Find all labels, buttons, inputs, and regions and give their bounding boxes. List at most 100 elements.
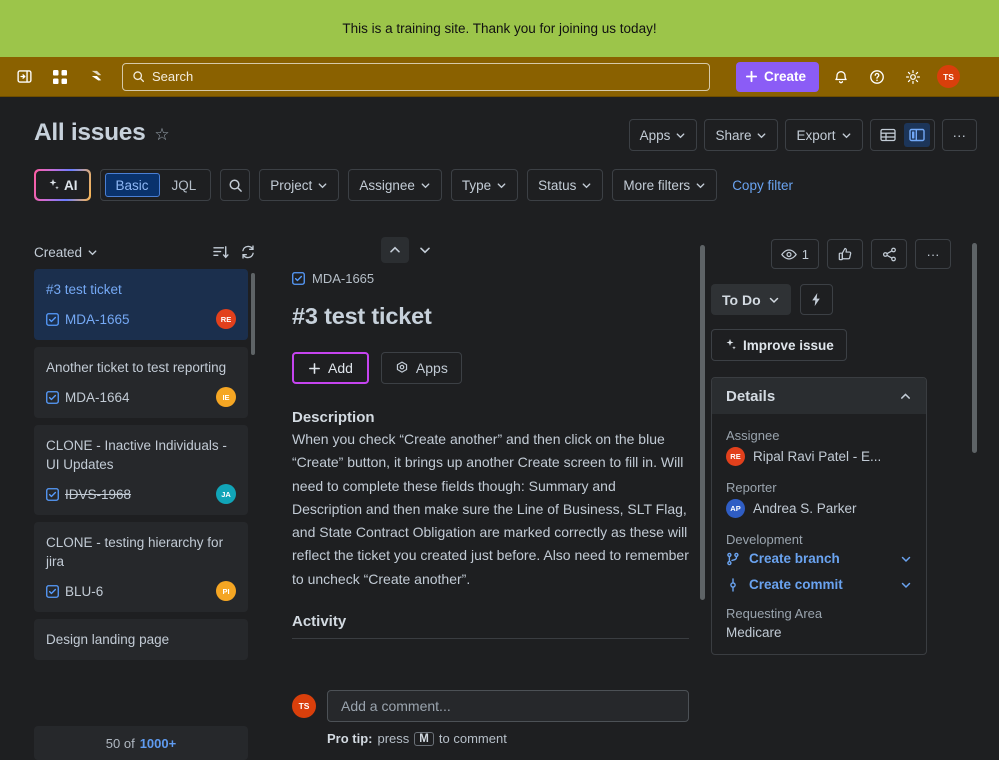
- chevron-up-icon: [901, 392, 910, 399]
- list-item-key[interactable]: IDVS-1968: [46, 487, 131, 502]
- refresh-icon[interactable]: [240, 244, 256, 260]
- avatar: RE: [726, 447, 745, 466]
- ai-search-button[interactable]: AI: [34, 169, 91, 201]
- comment-user-avatar: TS: [292, 694, 316, 718]
- share-icon: [882, 247, 896, 261]
- field-value[interactable]: RE Ripal Ravi Patel - E...: [726, 447, 912, 466]
- sort-by-dropdown[interactable]: Created: [34, 245, 98, 260]
- plus-icon: [745, 70, 758, 83]
- field-value[interactable]: AP Andrea S. Parker: [726, 499, 912, 518]
- apps-dropdown-button[interactable]: Apps: [628, 119, 698, 151]
- next-issue-button[interactable]: [411, 237, 439, 263]
- jql-mode-tab[interactable]: JQL: [162, 173, 207, 197]
- chevron-down-icon: [88, 249, 97, 255]
- sort-order-icon[interactable]: [213, 245, 230, 260]
- project-filter-dropdown[interactable]: Project: [259, 169, 340, 201]
- sidebar-more-actions-button[interactable]: ···: [915, 239, 951, 269]
- list-view-toggle[interactable]: [875, 123, 901, 147]
- automation-actions-button[interactable]: [799, 284, 833, 315]
- jira-product-icon[interactable]: [82, 63, 110, 91]
- field-value-text: Andrea S. Parker: [753, 501, 857, 516]
- comment-input[interactable]: Add a comment...: [327, 690, 689, 722]
- add-button-label: Add: [328, 360, 353, 376]
- list-item[interactable]: Another ticket to test reporting MDA-1664…: [34, 347, 248, 418]
- list-item-footer: MDA-1665 RE: [46, 309, 236, 329]
- apps-icon: [396, 361, 408, 373]
- share-button[interactable]: [871, 239, 907, 269]
- description-heading: Description: [292, 409, 375, 426]
- notifications-icon[interactable]: [827, 63, 855, 91]
- issue-list-header: Created: [34, 235, 256, 269]
- list-item-key[interactable]: MDA-1664: [46, 390, 130, 405]
- protip-label: Pro tip:: [327, 731, 373, 746]
- chevron-down-icon: [420, 247, 430, 254]
- status-dropdown[interactable]: To Do: [711, 284, 791, 315]
- sidebar-expand-icon[interactable]: [10, 63, 38, 91]
- list-item-avatar[interactable]: PI: [216, 581, 236, 601]
- activity-divider: [292, 638, 689, 640]
- sidebar-scrollbar[interactable]: [972, 243, 977, 453]
- list-item-avatar[interactable]: IE: [216, 387, 236, 407]
- create-button[interactable]: Create: [736, 61, 820, 92]
- apps-button-label: Apps: [415, 360, 448, 376]
- issue-key-breadcrumb[interactable]: MDA-1665: [292, 235, 689, 286]
- apps-button[interactable]: Apps: [380, 352, 462, 384]
- list-item-avatar[interactable]: RE: [216, 309, 236, 329]
- create-branch-link[interactable]: Create branch: [726, 551, 912, 566]
- status-filter-dropdown[interactable]: Status: [527, 169, 604, 201]
- page-more-actions-button[interactable]: ···: [941, 119, 977, 151]
- add-button[interactable]: Add: [292, 352, 369, 384]
- user-avatar-initials: TS: [943, 71, 954, 82]
- previous-issue-button[interactable]: [381, 237, 409, 263]
- list-item-title: Another ticket to test reporting: [46, 360, 227, 375]
- query-mode-toggle-group: Basic JQL: [99, 169, 212, 201]
- task-type-icon: [46, 390, 59, 404]
- list-item[interactable]: #3 test ticket MDA-1665 RE: [34, 269, 248, 340]
- chevron-down-icon: [677, 132, 685, 138]
- list-item-key[interactable]: MDA-1665: [46, 312, 130, 327]
- list-item[interactable]: Design landing page: [34, 619, 248, 660]
- search-input[interactable]: Search: [122, 62, 710, 91]
- app-switcher-icon[interactable]: [46, 63, 74, 91]
- detail-view-toggle[interactable]: [903, 123, 930, 147]
- list-item-avatar[interactable]: JA: [216, 484, 236, 504]
- chevron-down-icon: [318, 182, 327, 188]
- issue-action-buttons: Add Apps: [292, 352, 689, 384]
- assignee-filter-dropdown[interactable]: Assignee: [348, 169, 442, 201]
- help-icon[interactable]: [863, 63, 891, 91]
- details-panel-header[interactable]: Details: [712, 378, 926, 414]
- description-text[interactable]: When you check “Create another” and then…: [292, 428, 689, 591]
- create-commit-link[interactable]: Create commit: [726, 577, 912, 592]
- more-filters-dropdown[interactable]: More filters: [612, 169, 718, 201]
- activity-heading: Activity: [292, 613, 347, 631]
- issue-list-scrollbar[interactable]: [251, 273, 255, 355]
- detail-scrollbar[interactable]: [700, 245, 705, 600]
- copy-filter-link[interactable]: Copy filter: [732, 178, 793, 193]
- user-avatar[interactable]: TS: [937, 65, 961, 88]
- type-filter-dropdown[interactable]: Type: [450, 169, 519, 201]
- details-panel-title: Details: [726, 387, 776, 405]
- requesting-area-value[interactable]: Medicare: [726, 625, 912, 640]
- list-item[interactable]: CLONE - Inactive Individuals - UI Update…: [34, 425, 248, 515]
- basic-mode-tab[interactable]: Basic: [104, 173, 160, 197]
- chevron-down-icon: [497, 182, 506, 188]
- watch-button[interactable]: 1: [770, 239, 819, 269]
- view-mode-toggle-group: [869, 119, 935, 151]
- protip-text-before: press: [377, 731, 410, 746]
- protip-text-after: to comment: [438, 731, 507, 746]
- list-item-key-text: BLU-6: [65, 583, 104, 599]
- list-item[interactable]: CLONE - testing hierarchy for jira BLU-6 P…: [34, 522, 248, 612]
- issue-sidebar: 1 ··· To Do Improve issue Details Assign…: [711, 235, 979, 760]
- chevron-down-icon: [769, 297, 778, 303]
- settings-gear-icon[interactable]: [899, 63, 927, 91]
- star-favorite-icon[interactable]: ☆: [154, 125, 169, 145]
- export-dropdown-button[interactable]: Export: [785, 119, 863, 151]
- chevron-down-icon: [758, 132, 766, 138]
- share-dropdown-button[interactable]: Share: [704, 119, 779, 151]
- list-item-key[interactable]: BLU-6: [46, 584, 103, 599]
- like-button[interactable]: [827, 239, 863, 269]
- details-panel: Details Assignee RE Ripal Ravi Patel - E..…: [711, 377, 927, 655]
- chevron-down-icon: [421, 182, 430, 188]
- filter-search-button[interactable]: [220, 169, 251, 201]
- improve-issue-button[interactable]: Improve issue: [711, 329, 847, 361]
